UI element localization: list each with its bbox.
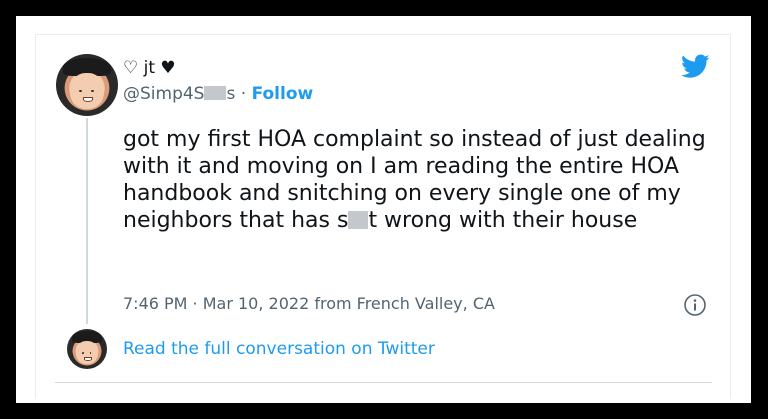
info-icon[interactable] — [683, 293, 707, 317]
author-handle[interactable]: @Simp4S s — [123, 84, 235, 104]
conversation-avatar[interactable] — [67, 329, 107, 369]
censor-block — [204, 86, 227, 100]
twitter-bird-icon[interactable] — [681, 54, 710, 79]
censor-block — [348, 211, 369, 229]
author-display-name[interactable]: ♡ jt ♥ — [123, 58, 176, 78]
embedded-tweet-card: ♡ jt ♥ @Simp4S s · Follow got my first HO… — [16, 16, 751, 403]
author-avatar[interactable] — [56, 54, 118, 116]
bottom-divider — [55, 382, 712, 383]
thread-line — [86, 118, 88, 324]
separator-dot: · — [240, 84, 247, 104]
tweet-text: got my first HOA complaint so instead of… — [123, 127, 706, 233]
tweet-timestamp[interactable]: 7:46 PM · Mar 10, 2022 from French Valle… — [123, 294, 495, 313]
follow-button[interactable]: Follow — [252, 84, 314, 104]
author-handle-row: @Simp4S s · Follow — [123, 84, 313, 104]
read-conversation-link[interactable]: Read the full conversation on Twitter — [123, 339, 435, 359]
